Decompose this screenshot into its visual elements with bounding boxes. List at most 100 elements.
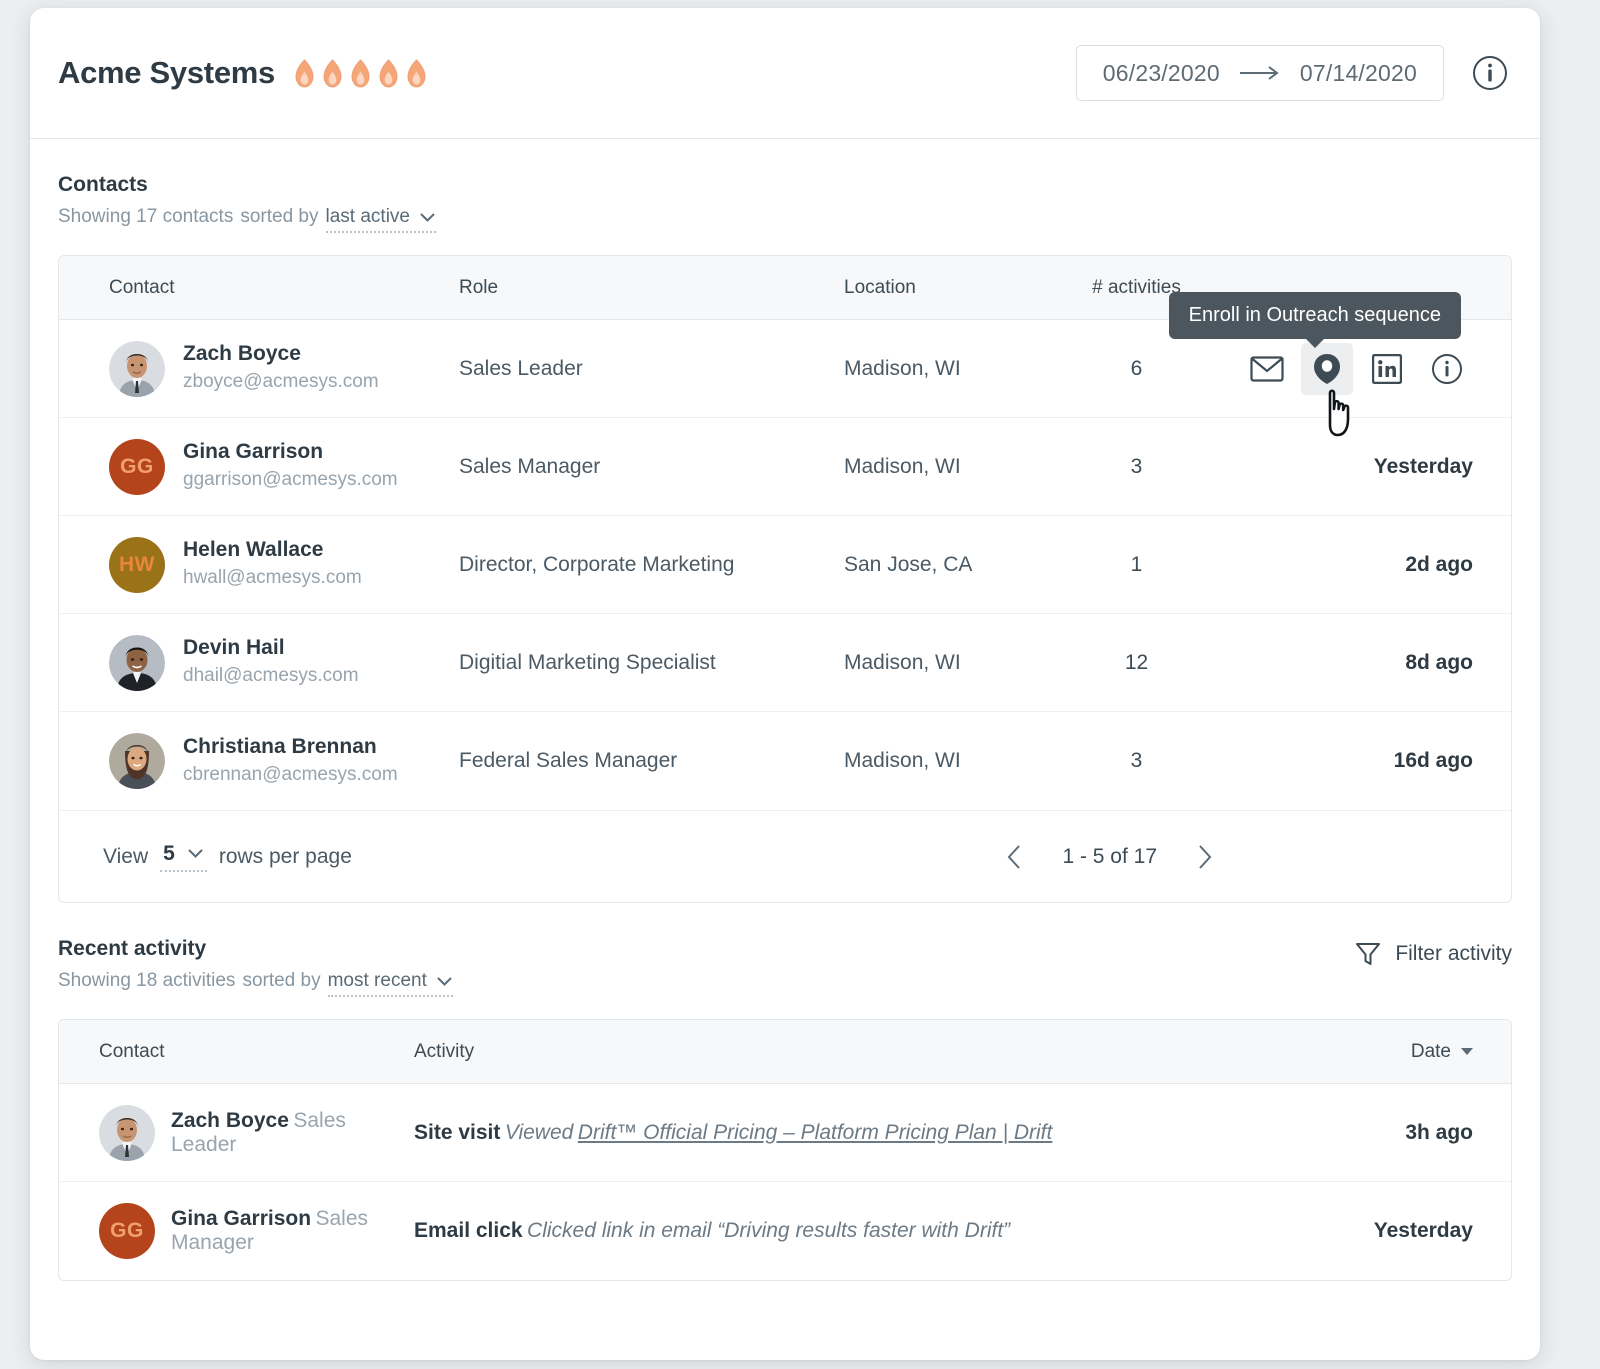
- activity-contact-name: Gina Garrison: [171, 1207, 311, 1230]
- contact-location: San Jose, CA: [844, 553, 1044, 577]
- flame-rating: [291, 59, 430, 89]
- contact-row-end: 16d ago: [1229, 749, 1511, 773]
- contact-activity-count: 3: [1044, 455, 1229, 479]
- contact-row-end: Enroll in Outreach sequence: [1229, 343, 1511, 395]
- avatar-initials: GG: [120, 455, 154, 479]
- contact-name-block: Christiana Brennan cbrennan@acmesys.com: [183, 734, 398, 789]
- avatar: [109, 733, 165, 789]
- contact-name: Zach Boyce: [183, 341, 379, 367]
- activity-date-cell: Yesterday: [1291, 1219, 1511, 1243]
- contact-info-button[interactable]: [1421, 343, 1473, 395]
- column-header-role: Role: [459, 277, 844, 299]
- date-range-picker[interactable]: 06/23/2020 07/14/2020: [1076, 45, 1444, 101]
- email-button[interactable]: [1241, 343, 1293, 395]
- activity-heading-block: Recent activity Showing 18 activities so…: [58, 937, 1355, 997]
- title-wrap: Acme Systems: [58, 55, 1076, 91]
- rows-per-page-select[interactable]: 5: [160, 842, 207, 872]
- filter-activity-button[interactable]: Filter activity: [1355, 937, 1512, 967]
- contact-last-active: 16d ago: [1394, 749, 1473, 772]
- avatar: GG: [109, 439, 165, 495]
- contacts-count-text: Showing 17 contacts: [58, 206, 233, 228]
- table-row[interactable]: HW Helen Wallace hwall@acmesys.com Direc…: [59, 516, 1511, 614]
- flame-icon: [403, 59, 430, 89]
- mouse-cursor-icon: [1317, 385, 1361, 439]
- avatar: HW: [109, 537, 165, 593]
- contact-location: Madison, WI: [844, 455, 1044, 479]
- contacts-title: Contacts: [58, 173, 1512, 197]
- activity-date: Yesterday: [1374, 1219, 1473, 1242]
- contact-cell: Devin Hail dhail@acmesys.com: [59, 635, 459, 691]
- outreach-tooltip: Enroll in Outreach sequence: [1169, 292, 1461, 339]
- table-row[interactable]: Devin Hail dhail@acmesys.com Digitial Ma…: [59, 614, 1511, 712]
- activity-table-header: Contact Activity Date: [59, 1020, 1511, 1084]
- activity-contact-cell: Zach Boyce Sales Leader: [59, 1105, 414, 1161]
- contact-last-active: 2d ago: [1405, 553, 1473, 576]
- activity-subtitle: Showing 18 activities sorted by most rec…: [58, 970, 1355, 997]
- chevron-down-icon: [436, 976, 453, 987]
- contact-role: Digitial Marketing Specialist: [459, 651, 844, 675]
- contacts-pagination: View 5 rows per page 1 - 5: [59, 810, 1511, 902]
- contact-name-block: Helen Wallace hwall@acmesys.com: [183, 537, 362, 592]
- contact-last-active: 8d ago: [1405, 651, 1473, 674]
- activity-table-body: Zach Boyce Sales Leader Site visit Viewe…: [59, 1084, 1511, 1280]
- contact-name: Devin Hail: [183, 635, 359, 661]
- info-circle-icon: [1431, 353, 1463, 385]
- column-header-date[interactable]: Date: [1291, 1041, 1511, 1063]
- contacts-table-body: Zach Boyce zboyce@acmesys.com Sales Lead…: [59, 320, 1511, 810]
- info-circle-icon[interactable]: [1472, 55, 1508, 91]
- activity-sort-dropdown[interactable]: most recent: [328, 970, 453, 997]
- flame-icon: [319, 59, 346, 89]
- contact-row-end: Yesterday: [1229, 455, 1511, 479]
- avatar-photo: [109, 635, 165, 691]
- linkedin-icon: [1372, 354, 1402, 384]
- linkedin-button[interactable]: [1361, 343, 1413, 395]
- chevron-left-icon[interactable]: [1007, 844, 1022, 870]
- activity-contact-text: Zach Boyce Sales Leader: [171, 1109, 414, 1157]
- contact-email: hwall@acmesys.com: [183, 565, 362, 592]
- contact-last-active: Yesterday: [1374, 455, 1473, 478]
- activity-link[interactable]: Drift™ Official Pricing – Platform Prici…: [578, 1121, 1053, 1144]
- list-item[interactable]: Zach Boyce Sales Leader Site visit Viewe…: [59, 1084, 1511, 1182]
- contact-location: Madison, WI: [844, 651, 1044, 675]
- contacts-section: Contacts Showing 17 contacts sorted by l…: [30, 139, 1540, 903]
- contact-email: ggarrison@acmesys.com: [183, 467, 398, 494]
- column-header-contact: Contact: [59, 277, 459, 299]
- contacts-sort-dropdown[interactable]: last active: [326, 206, 436, 233]
- chevron-down-icon: [419, 212, 436, 223]
- table-row[interactable]: Zach Boyce zboyce@acmesys.com Sales Lead…: [59, 320, 1511, 418]
- flame-icon: [347, 59, 374, 89]
- contact-name-block: Gina Garrison ggarrison@acmesys.com: [183, 439, 398, 494]
- date-to[interactable]: 07/14/2020: [1300, 60, 1417, 87]
- avatar-initials: GG: [110, 1219, 144, 1243]
- pagination-range: 1 - 5 of 17: [1062, 845, 1157, 869]
- caret-down-icon: [1461, 1048, 1473, 1055]
- contact-name: Gina Garrison: [183, 439, 398, 465]
- flame-icon: [375, 59, 402, 89]
- contact-location: Madison, WI: [844, 357, 1044, 381]
- contact-activity-count: 6: [1044, 357, 1229, 381]
- list-item[interactable]: GG Gina Garrison Sales Manager Email cli…: [59, 1182, 1511, 1280]
- activity-description: Viewed: [505, 1121, 574, 1144]
- table-row[interactable]: Christiana Brennan cbrennan@acmesys.com …: [59, 712, 1511, 810]
- table-row[interactable]: GG Gina Garrison ggarrison@acmesys.com S…: [59, 418, 1511, 516]
- activity-description: Clicked link in email “Driving results f…: [527, 1219, 1010, 1242]
- avatar-photo: [109, 733, 165, 789]
- contact-name: Christiana Brennan: [183, 734, 398, 760]
- activity-contact-name: Zach Boyce: [171, 1109, 289, 1132]
- view-label: View: [103, 845, 148, 869]
- date-from[interactable]: 06/23/2020: [1103, 60, 1220, 87]
- contacts-sortedby-label: sorted by: [240, 206, 318, 228]
- activity-date: 3h ago: [1405, 1121, 1473, 1144]
- contacts-heading-block: Contacts Showing 17 contacts sorted by l…: [58, 173, 1512, 233]
- chevron-down-icon: [187, 848, 204, 859]
- avatar: [99, 1105, 155, 1161]
- activity-date-cell: 3h ago: [1291, 1121, 1511, 1145]
- contact-row-end: 2d ago: [1229, 553, 1511, 577]
- activity-section: Recent activity Showing 18 activities so…: [30, 903, 1540, 1281]
- app-header: Acme Systems 06/23/2020 07/14/2020: [30, 8, 1540, 139]
- chevron-right-icon[interactable]: [1197, 844, 1212, 870]
- activity-contact-text: Gina Garrison Sales Manager: [171, 1207, 414, 1255]
- contact-name-block: Zach Boyce zboyce@acmesys.com: [183, 341, 379, 396]
- contact-name-block: Devin Hail dhail@acmesys.com: [183, 635, 359, 690]
- column-header-activity: Activity: [414, 1041, 1291, 1063]
